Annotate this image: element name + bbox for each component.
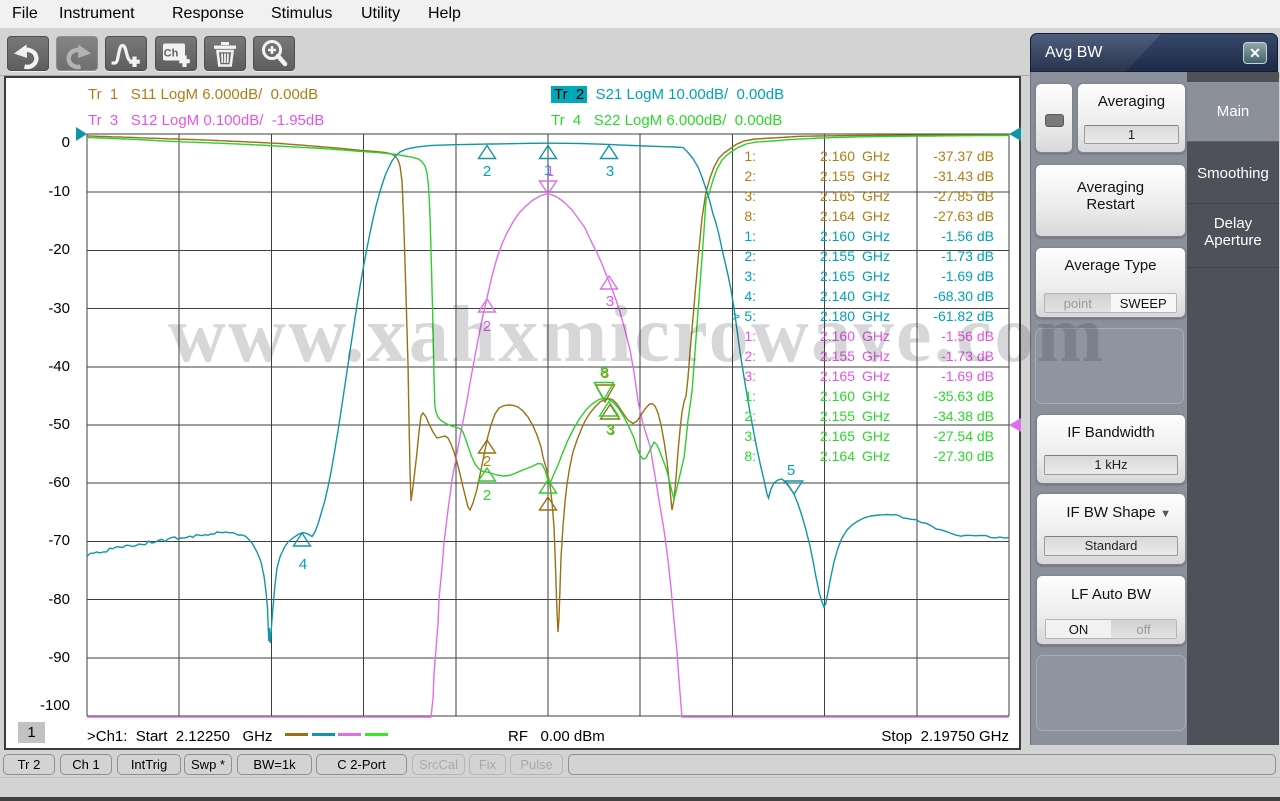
svg-text:Ch: Ch (164, 48, 179, 60)
